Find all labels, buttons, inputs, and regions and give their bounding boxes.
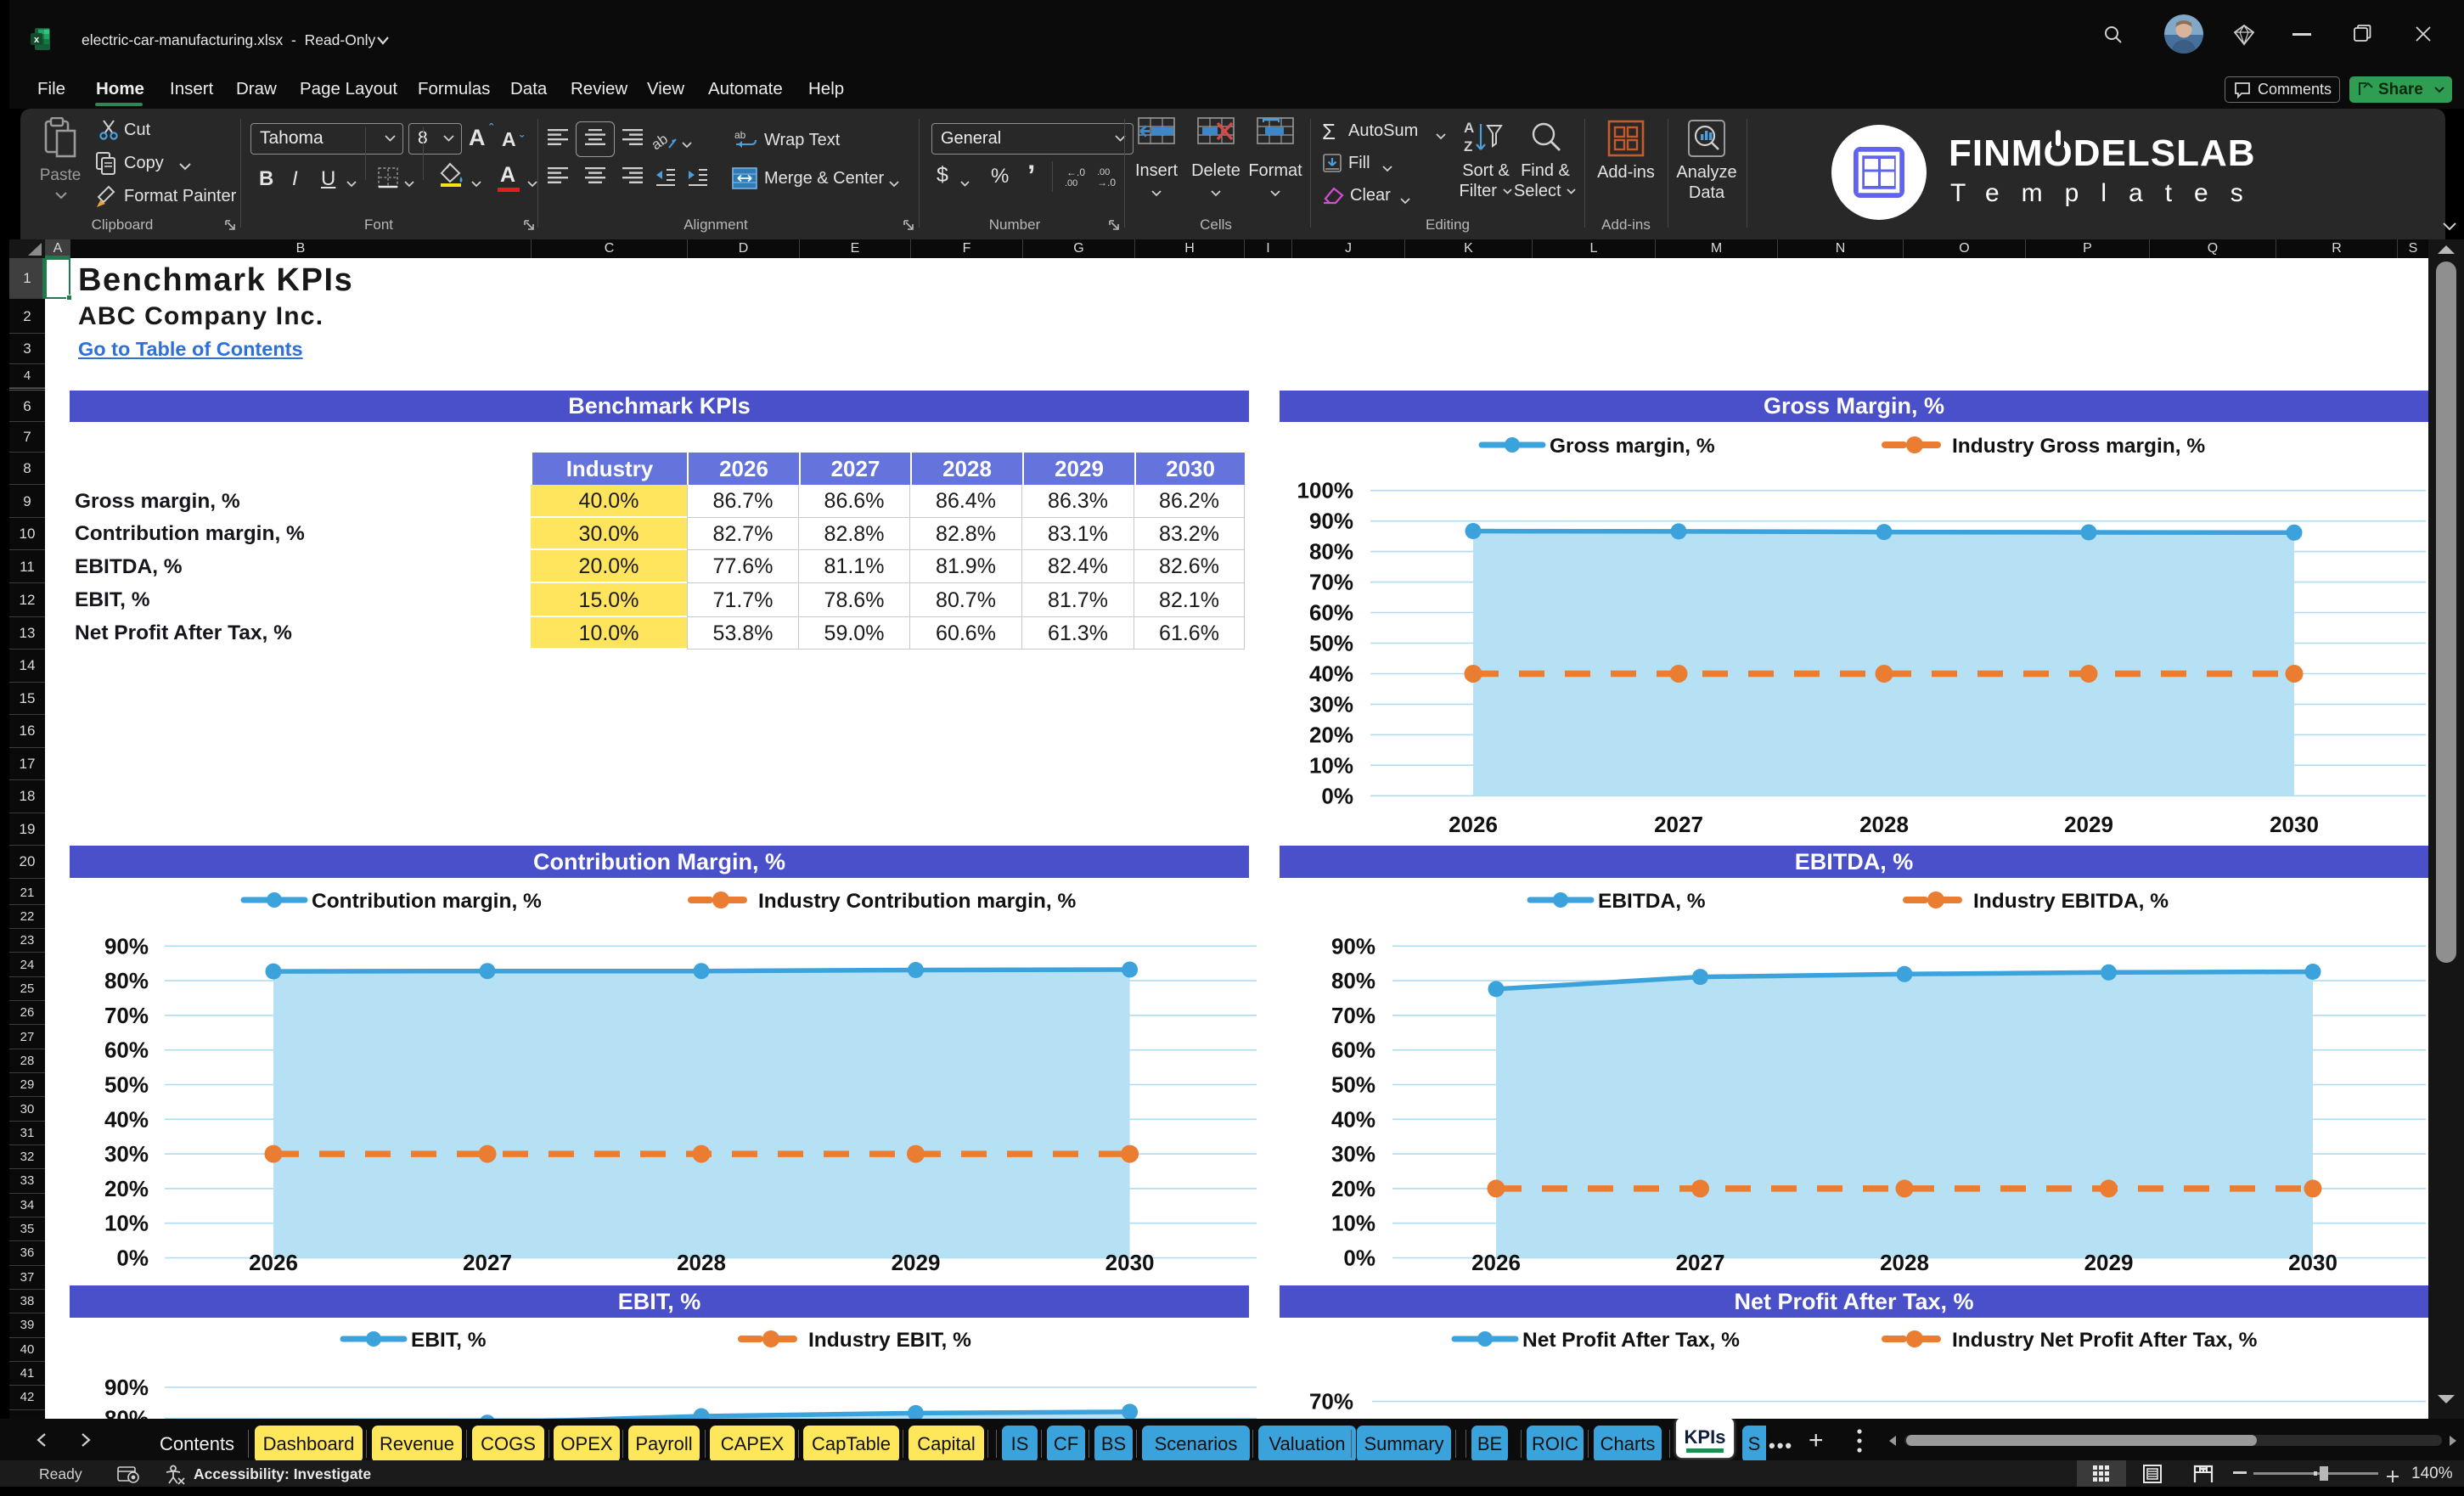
svg-text:80%: 80% [104,1406,149,1419]
svg-text:2029: 2029 [2064,812,2113,837]
svg-text:60%: 60% [104,1038,149,1063]
svg-text:80%: 80% [1309,539,1353,565]
svg-text:2030: 2030 [2270,812,2319,837]
svg-text:2030: 2030 [2288,1250,2337,1275]
svg-text:90%: 90% [1309,509,1353,534]
svg-text:50%: 50% [104,1072,149,1098]
svg-text:30%: 30% [1309,691,1353,717]
svg-text:30%: 30% [104,1141,149,1167]
svg-text:→.0: →.0 [1097,177,1116,187]
svg-text:50%: 50% [1331,1072,1375,1098]
svg-text:70%: 70% [1331,1003,1375,1028]
svg-text:Industry EBITDA, %: Industry EBITDA, % [1973,890,2169,913]
svg-text:ab: ab [734,129,746,141]
svg-text:2030: 2030 [1105,1250,1155,1275]
svg-text:10%: 10% [104,1211,149,1236]
svg-text:Industry Gross margin, %: Industry Gross margin, % [1952,435,2205,458]
svg-text:90%: 90% [1331,933,1375,959]
svg-text:2027: 2027 [1676,1250,1725,1275]
svg-text:100%: 100% [1297,478,1354,503]
svg-text:70%: 70% [1309,1389,1353,1414]
svg-text:2027: 2027 [463,1250,512,1275]
svg-text:2029: 2029 [2084,1250,2134,1275]
svg-text:20%: 20% [104,1176,149,1201]
svg-text:60%: 60% [1331,1038,1375,1063]
svg-text:.00: .00 [1065,178,1077,187]
svg-text:10%: 10% [1331,1211,1375,1236]
svg-text:0%: 0% [116,1246,149,1271]
svg-text:EBIT, %: EBIT, % [411,1329,487,1352]
svg-text:10%: 10% [1309,752,1353,778]
svg-text:0%: 0% [1321,783,1353,808]
svg-text:Z: Z [1464,138,1472,155]
svg-text:80%: 80% [1331,968,1375,993]
svg-text:Industry Net Profit After Tax,: Industry Net Profit After Tax, % [1952,1329,2258,1352]
svg-text:Contribution margin, %: Contribution margin, % [312,890,542,913]
svg-text:0%: 0% [1343,1246,1375,1271]
svg-text:Gross margin, %: Gross margin, % [1550,435,1715,458]
svg-text:40%: 40% [1309,661,1353,687]
svg-text:Net Profit After Tax, %: Net Profit After Tax, % [1522,1329,1740,1352]
svg-text:2028: 2028 [1859,812,1909,837]
svg-text:80%: 80% [104,968,149,993]
svg-text:2028: 2028 [677,1250,726,1275]
svg-text:←.0: ←.0 [1066,166,1085,178]
svg-text:ab: ab [652,131,671,153]
svg-text:2029: 2029 [892,1250,941,1275]
svg-text:90%: 90% [104,1375,149,1400]
svg-text:60%: 60% [1309,600,1353,626]
svg-text:2028: 2028 [1880,1250,1929,1275]
svg-text:20%: 20% [1309,722,1353,747]
svg-text:70%: 70% [1309,570,1353,595]
svg-text:50%: 50% [1309,631,1353,656]
svg-text:30%: 30% [1331,1141,1375,1167]
svg-text:2026: 2026 [1471,1250,1521,1275]
svg-text:EBITDA, %: EBITDA, % [1598,890,1706,913]
svg-text:2027: 2027 [1654,812,1703,837]
svg-text:Industry EBIT, %: Industry EBIT, % [808,1329,971,1352]
svg-text:2026: 2026 [249,1250,298,1275]
svg-text:20%: 20% [1331,1176,1375,1201]
svg-text:Industry Contribution margin,: Industry Contribution margin, % [758,890,1077,913]
svg-text:A: A [1464,120,1474,136]
svg-text:40%: 40% [104,1106,149,1132]
svg-text:90%: 90% [104,933,149,959]
svg-text:x: x [34,35,40,45]
svg-text:40%: 40% [1331,1106,1375,1132]
svg-text:70%: 70% [104,1003,149,1028]
svg-text:2026: 2026 [1449,812,1498,837]
